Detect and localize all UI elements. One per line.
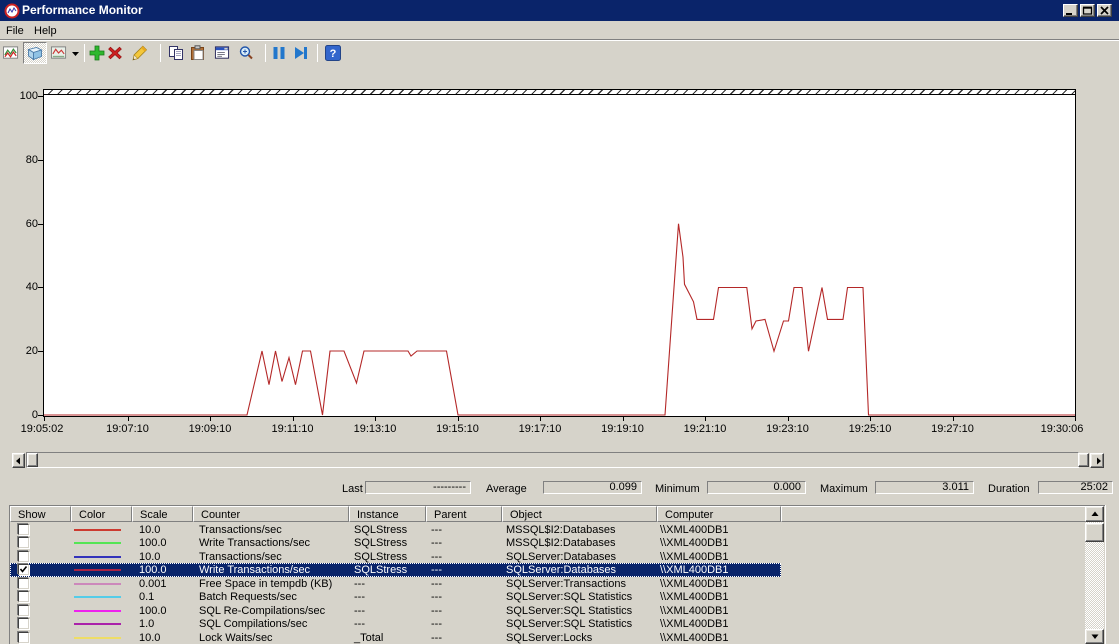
- svg-text:?: ?: [330, 48, 337, 60]
